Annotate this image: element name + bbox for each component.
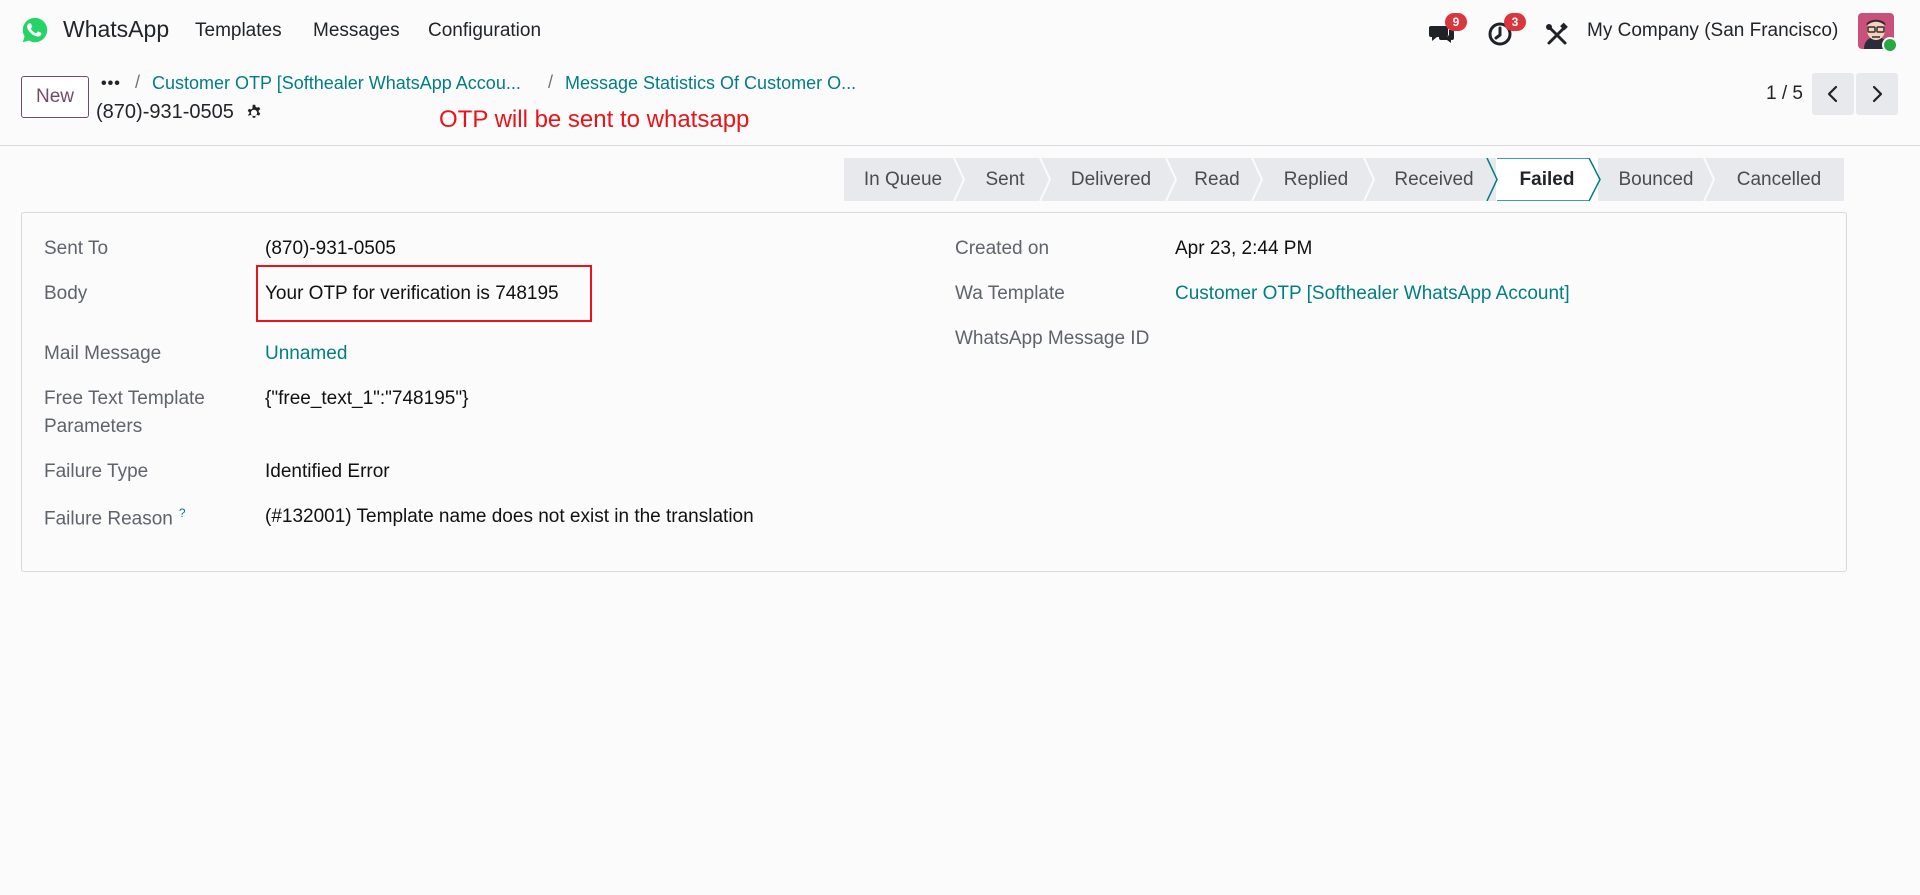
stage-separators xyxy=(953,158,1716,201)
whatsapp-logo-icon[interactable] xyxy=(20,15,50,45)
gear-icon[interactable] xyxy=(245,103,263,121)
created-on-value[interactable]: Apr 23, 2:44 PM xyxy=(1175,238,1312,260)
free-text-value[interactable]: {"free_text_1":"748195"} xyxy=(265,388,468,410)
menu-configuration[interactable]: Configuration xyxy=(428,20,541,42)
wa-message-id-label: WhatsApp Message ID xyxy=(955,328,1150,349)
breadcrumb-wa-template[interactable]: Customer OTP [Softhealer WhatsApp Accou.… xyxy=(152,73,521,94)
free-text-label-line1: Free Text Template xyxy=(44,388,205,409)
pager-value[interactable]: 1 / 5 xyxy=(1766,83,1803,105)
app-name[interactable]: WhatsApp xyxy=(63,16,169,43)
failure-reason-value[interactable]: (#132001) Template name does not exist i… xyxy=(265,506,754,528)
annotation-note: OTP will be sent to whatsapp xyxy=(439,106,750,133)
body-highlight-box xyxy=(256,265,592,322)
body-label: Body xyxy=(44,283,88,304)
help-tooltip-icon[interactable]: ? xyxy=(179,506,186,520)
failure-type-value[interactable]: Identified Error xyxy=(265,461,390,483)
chat-badge: 9 xyxy=(1445,13,1467,31)
online-status-dot xyxy=(1882,37,1898,53)
sent-to-value[interactable]: (870)-931-0505 xyxy=(265,238,396,260)
activities-button[interactable]: 3 xyxy=(1484,13,1526,48)
breadcrumb-more-button[interactable]: ••• xyxy=(101,75,121,93)
failure-reason-label: Failure Reason? xyxy=(44,506,186,530)
top-navbar: WhatsApp Templates Messages Configuratio… xyxy=(0,0,1920,62)
sent-to-label: Sent To xyxy=(44,238,109,259)
chevron-right-icon xyxy=(1872,85,1883,103)
mail-message-link[interactable]: Unnamed xyxy=(265,343,347,365)
new-button[interactable]: New xyxy=(21,76,89,118)
control-panel-divider xyxy=(0,145,1920,146)
tools-icon xyxy=(1546,22,1568,45)
failure-type-label: Failure Type xyxy=(44,461,149,482)
debug-tools-button[interactable] xyxy=(1540,14,1574,48)
breadcrumb-separator: / xyxy=(548,72,554,92)
free-text-label-line2: Parameters xyxy=(44,416,143,437)
wa-template-link[interactable]: Customer OTP [Softhealer WhatsApp Accoun… xyxy=(1175,283,1570,305)
user-avatar[interactable] xyxy=(1858,13,1898,53)
chevron-left-icon xyxy=(1827,85,1838,103)
failure-reason-label-text: Failure Reason xyxy=(44,508,173,530)
record-title: (870)-931-0505 xyxy=(96,101,234,123)
created-on-label: Created on xyxy=(955,238,1050,259)
activity-badge: 3 xyxy=(1504,13,1526,31)
mail-message-label: Mail Message xyxy=(44,343,162,364)
wa-template-label: Wa Template xyxy=(955,283,1065,304)
pager-next-button[interactable] xyxy=(1856,73,1898,115)
menu-messages[interactable]: Messages xyxy=(313,20,400,42)
pager-previous-button[interactable] xyxy=(1812,73,1854,115)
company-switcher[interactable]: My Company (San Francisco) xyxy=(1587,20,1838,42)
menu-templates[interactable]: Templates xyxy=(195,20,282,42)
breadcrumb-message-statistics[interactable]: Message Statistics Of Customer O... xyxy=(565,73,856,94)
chat-messages-button[interactable]: 9 xyxy=(1424,13,1467,48)
breadcrumb-separator: / xyxy=(135,72,141,92)
